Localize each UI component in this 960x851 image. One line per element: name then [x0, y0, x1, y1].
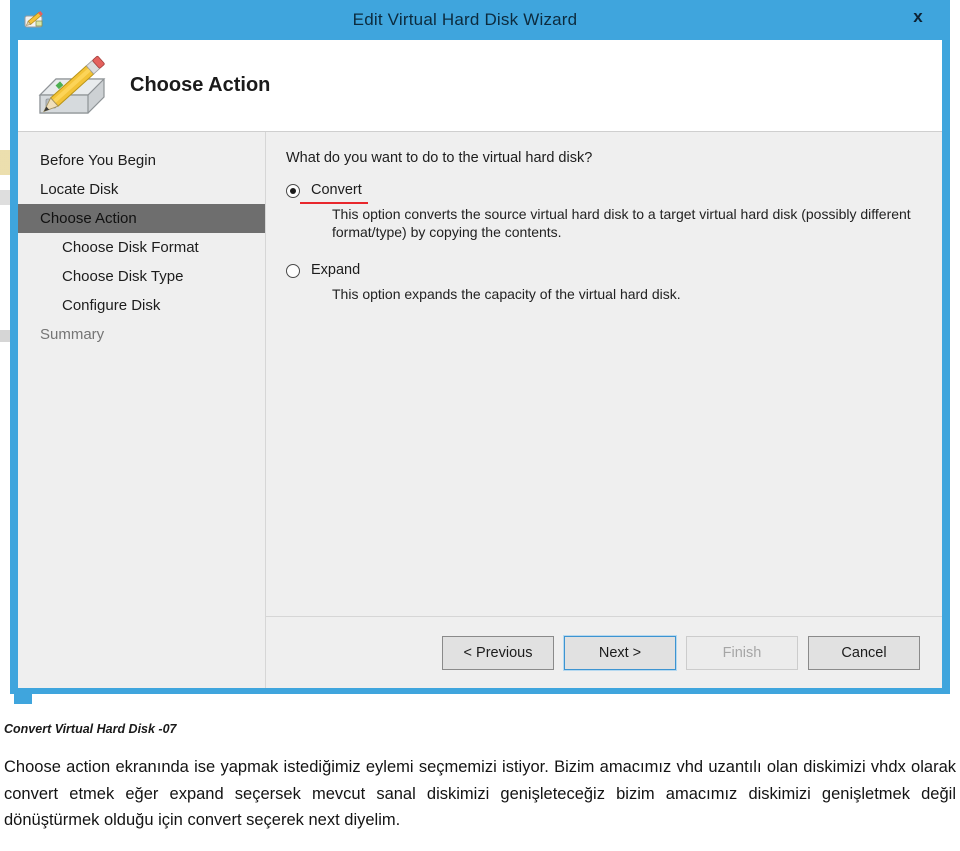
- sidebar-item-locate-disk[interactable]: Locate Disk: [18, 175, 265, 204]
- screenshot-page: Edit Virtual Hard Disk Wizard x Choose A…: [0, 0, 960, 851]
- window-title: Edit Virtual Hard Disk Wizard: [352, 10, 578, 29]
- question-label: What do you want to do to the virtual ha…: [286, 150, 593, 166]
- pencil-disk-icon: [22, 7, 48, 33]
- background-artifact: [0, 0, 10, 700]
- wizard-content-panel: What do you want to do to the virtual ha…: [266, 132, 942, 688]
- sidebar-item-summary[interactable]: Summary: [18, 320, 265, 349]
- option-convert[interactable]: Convert: [286, 182, 920, 204]
- next-button[interactable]: Next >: [563, 634, 677, 671]
- option-spacer: [286, 242, 920, 262]
- edit-virtual-hard-disk-wizard-window: Edit Virtual Hard Disk Wizard x Choose A…: [10, 0, 950, 694]
- sidebar-item-choose-disk-type[interactable]: Choose Disk Type: [18, 262, 265, 291]
- wizard-step-sidebar: Before You Begin Locate Disk Choose Acti…: [18, 132, 266, 688]
- article-caption: Convert Virtual Hard Disk -07 Choose act…: [0, 700, 960, 851]
- choose-action-form: What do you want to do to the virtual ha…: [266, 132, 942, 616]
- page-title: Choose Action: [130, 74, 271, 96]
- cancel-button[interactable]: Cancel: [808, 635, 920, 670]
- sidebar-item-before-you-begin[interactable]: Before You Begin: [18, 146, 265, 175]
- sidebar-item-choose-action[interactable]: Choose Action: [18, 204, 265, 233]
- radio-expand[interactable]: [286, 263, 300, 278]
- sidebar-item-choose-disk-format[interactable]: Choose Disk Format: [18, 233, 265, 262]
- close-icon[interactable]: x: [904, 4, 932, 30]
- finish-button: Finish: [686, 635, 798, 670]
- wizard-button-bar: < Previous Next > Finish Cancel: [266, 616, 942, 688]
- option-expand[interactable]: Expand: [286, 262, 920, 278]
- option-expand-label[interactable]: Expand: [311, 262, 360, 278]
- window-title-bar: Edit Virtual Hard Disk Wizard x: [10, 0, 950, 40]
- caption-title: Convert Virtual Hard Disk -07: [4, 722, 177, 736]
- virtual-hard-disk-pencil-icon: [30, 51, 116, 121]
- sidebar-item-configure-disk[interactable]: Configure Disk: [18, 291, 265, 320]
- option-convert-label[interactable]: Convert: [300, 182, 368, 204]
- caption-body: Choose action ekranında ise yapmak isted…: [4, 758, 956, 830]
- option-expand-description: This option expands the capacity of the …: [332, 285, 681, 302]
- wizard-client-area: Choose Action Before You Begin Locate Di…: [18, 40, 942, 688]
- wizard-body: Before You Begin Locate Disk Choose Acti…: [18, 132, 942, 688]
- radio-convert[interactable]: [286, 184, 300, 198]
- wizard-header: Choose Action: [18, 40, 942, 132]
- option-convert-description: This option converts the source virtual …: [332, 206, 911, 241]
- previous-button[interactable]: < Previous: [442, 635, 554, 670]
